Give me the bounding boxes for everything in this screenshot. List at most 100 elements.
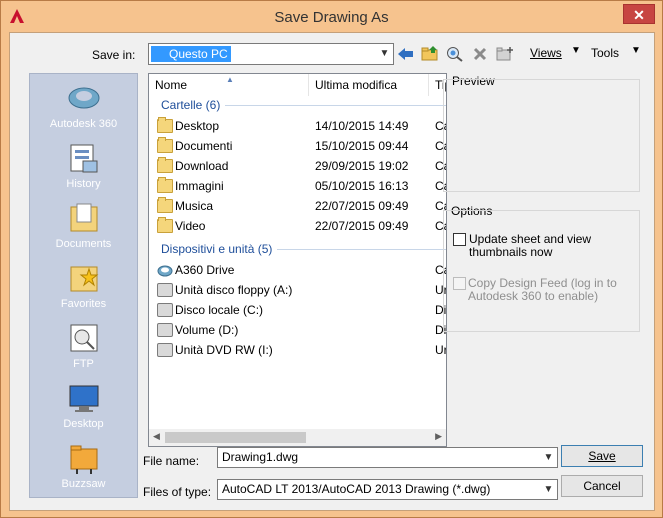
close-button[interactable]: ✕ bbox=[623, 4, 655, 24]
item-name: Volume (D:) bbox=[175, 323, 239, 337]
place-documents[interactable]: Documents bbox=[30, 198, 137, 256]
item-name: Disco locale (C:) bbox=[175, 303, 264, 317]
create-folder-icon[interactable] bbox=[494, 43, 516, 65]
scroll-right-icon[interactable]: ▶ bbox=[435, 431, 442, 442]
column-header-modified[interactable]: Ultima modifica bbox=[309, 74, 429, 96]
tools-label: Tools bbox=[591, 46, 620, 60]
views-chevron-down-icon[interactable]: ▼ bbox=[571, 45, 581, 56]
file-type-value: AutoCAD LT 2013/AutoCAD 2013 Drawing (*.… bbox=[222, 482, 491, 496]
item-modified: 15/10/2015 09:44 bbox=[315, 139, 409, 153]
save-in-value: Questo PC bbox=[151, 46, 231, 62]
item-modified: 29/09/2015 19:02 bbox=[315, 159, 409, 173]
place-ftp[interactable]: FTP bbox=[30, 318, 137, 376]
group-label: Cartelle (6) bbox=[161, 98, 221, 112]
list-item[interactable]: Unità DVD RW (I:) Ur bbox=[149, 340, 446, 360]
delete-icon[interactable] bbox=[469, 43, 491, 65]
options-box bbox=[443, 210, 640, 332]
file-name-field[interactable]: Drawing1.dwg ▼ bbox=[217, 447, 558, 468]
place-buzzsaw[interactable]: Buzzsaw bbox=[30, 438, 137, 496]
dvd-drive-icon bbox=[157, 343, 173, 357]
tools-chevron-down-icon[interactable]: ▼ bbox=[631, 45, 641, 56]
place-label: Documents bbox=[55, 238, 112, 250]
list-item[interactable]: Volume (D:) Di bbox=[149, 320, 446, 340]
list-item[interactable]: Immagini 05/10/2015 16:13 Ca bbox=[149, 176, 446, 196]
sort-ascending-icon: ▲ bbox=[226, 75, 234, 84]
list-item[interactable]: A360 Drive Ca bbox=[149, 260, 446, 280]
item-name: Musica bbox=[175, 199, 214, 213]
hard-drive-icon bbox=[157, 323, 173, 337]
list-item[interactable]: Documenti 15/10/2015 09:44 Ca bbox=[149, 136, 446, 156]
place-history[interactable]: History bbox=[30, 138, 137, 196]
buzzsaw-icon bbox=[70, 445, 97, 474]
save-button-label: Save bbox=[588, 449, 616, 463]
place-autodesk-360[interactable]: Autodesk 360 bbox=[30, 78, 137, 136]
autodesk-360-icon bbox=[68, 87, 99, 109]
list-item[interactable]: Disco locale (C:) Di bbox=[149, 300, 446, 320]
place-favorites[interactable]: Favorites bbox=[30, 258, 137, 316]
column-label: Ultima modifica bbox=[315, 78, 398, 92]
place-label: Buzzsaw bbox=[61, 478, 106, 490]
window-title: Save Drawing As bbox=[274, 9, 389, 26]
favorites-folder-icon bbox=[70, 266, 98, 292]
update-thumbnails-checkbox[interactable] bbox=[453, 233, 466, 246]
folder-icon bbox=[157, 137, 173, 153]
up-one-level-folder-icon[interactable] bbox=[419, 43, 441, 65]
documents-folder-icon bbox=[70, 203, 97, 232]
update-thumbnails-label-line2: thumbnails now bbox=[469, 245, 553, 259]
file-type-dropdown[interactable]: AutoCAD LT 2013/AutoCAD 2013 Drawing (*.… bbox=[217, 479, 558, 500]
folder-icon bbox=[157, 177, 173, 193]
cloud-drive-icon bbox=[157, 265, 173, 277]
item-name: Documenti bbox=[175, 139, 233, 153]
folder-icon bbox=[157, 197, 173, 213]
place-label: Desktop bbox=[63, 418, 104, 430]
place-label: Favorites bbox=[60, 298, 107, 310]
file-name-chevron-down-icon[interactable]: ▼ bbox=[540, 448, 557, 468]
list-item[interactable]: Download 29/09/2015 19:02 Ca bbox=[149, 156, 446, 176]
chevron-down-icon[interactable]: ▼ bbox=[376, 44, 393, 64]
item-modified: 22/07/2015 09:49 bbox=[315, 219, 409, 233]
scroll-left-icon[interactable]: ◀ bbox=[153, 431, 160, 442]
file-type-label: Files of type: bbox=[143, 485, 212, 499]
place-desktop[interactable]: Desktop bbox=[30, 378, 137, 436]
folder-icon bbox=[157, 217, 173, 233]
title-bar[interactable]: Save Drawing As ✕ bbox=[1, 1, 662, 33]
file-name-value: Drawing1.dwg bbox=[222, 450, 299, 464]
tools-menu[interactable]: Tools bbox=[591, 46, 619, 60]
save-button[interactable]: Save bbox=[561, 445, 643, 467]
scroll-thumb[interactable] bbox=[165, 432, 306, 443]
cancel-button-label: Cancel bbox=[583, 479, 621, 493]
cancel-button[interactable]: Cancel bbox=[561, 475, 643, 497]
save-in-label: Save in: bbox=[92, 48, 136, 62]
file-name-label: File name: bbox=[143, 454, 200, 468]
file-list[interactable]: Nome ▲ Ultima modifica Tip Cartelle (6) … bbox=[148, 73, 447, 447]
list-item[interactable]: Desktop 14/10/2015 14:49 Ca bbox=[149, 116, 446, 136]
file-type-chevron-down-icon[interactable]: ▼ bbox=[540, 480, 557, 500]
list-item[interactable]: Video 22/07/2015 09:49 Ca bbox=[149, 216, 446, 236]
list-item[interactable]: Unità disco floppy (A:) Ur bbox=[149, 280, 446, 300]
item-name: Video bbox=[175, 219, 206, 233]
history-icon bbox=[70, 144, 97, 173]
list-item[interactable]: Musica 22/07/2015 09:49 Ca bbox=[149, 196, 446, 216]
column-header-name[interactable]: Nome ▲ bbox=[149, 74, 309, 96]
copy-design-feed-label-line2: Autodesk 360 to enable) bbox=[468, 289, 599, 303]
place-label: FTP bbox=[73, 358, 94, 370]
ftp-icon bbox=[70, 324, 97, 352]
item-type: Ur bbox=[435, 343, 447, 357]
place-label: Autodesk 360 bbox=[49, 118, 118, 130]
search-web-icon[interactable] bbox=[444, 43, 466, 65]
group-divider bbox=[277, 249, 446, 250]
preview-box bbox=[443, 79, 640, 192]
item-modified: 22/07/2015 09:49 bbox=[315, 199, 409, 213]
views-menu[interactable]: Views bbox=[530, 46, 562, 60]
back-arrow-icon[interactable] bbox=[395, 43, 417, 65]
places-bar: Autodesk 360 History Documents Favorites… bbox=[29, 73, 138, 498]
horizontal-scrollbar[interactable]: ◀ ▶ bbox=[149, 429, 446, 446]
folder-icon bbox=[157, 157, 173, 173]
item-name: Unità DVD RW (I:) bbox=[175, 343, 273, 357]
save-in-dropdown[interactable]: Questo PC ▼ bbox=[148, 43, 394, 65]
folder-icon bbox=[157, 117, 173, 133]
column-label: Nome bbox=[155, 78, 188, 92]
views-label: Views bbox=[530, 46, 562, 60]
item-name: A360 Drive bbox=[175, 263, 235, 277]
copy-design-feed-checkbox[interactable] bbox=[453, 277, 466, 290]
